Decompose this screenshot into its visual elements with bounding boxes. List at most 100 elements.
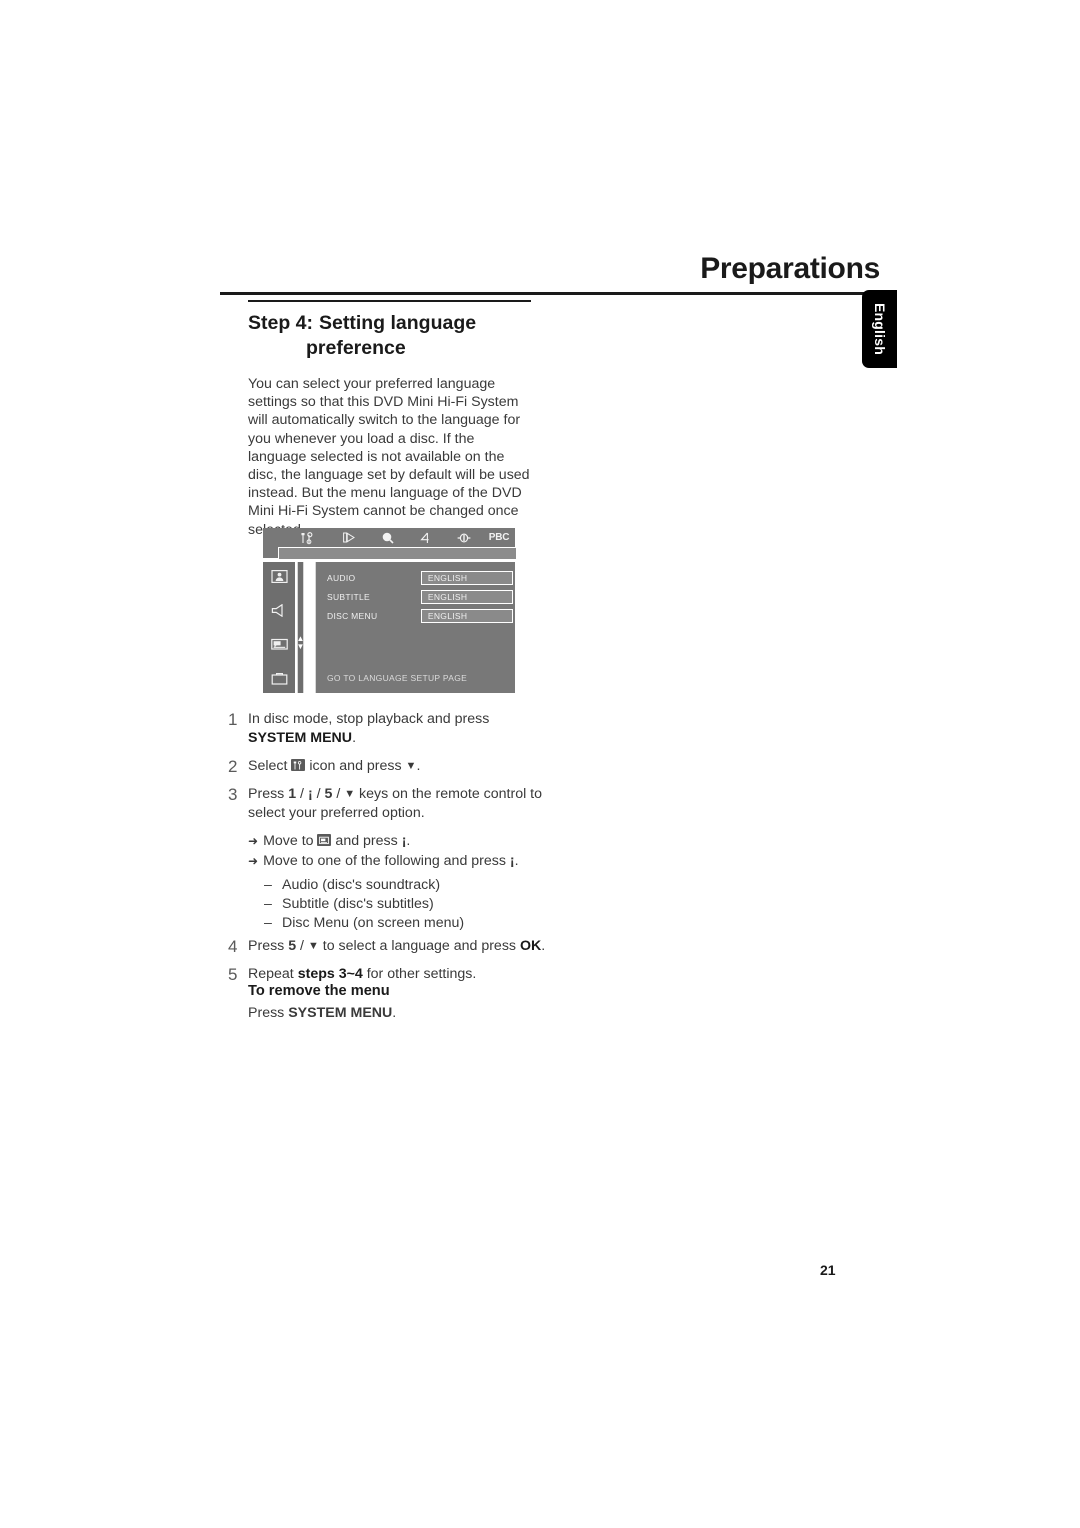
step-text: Press 5 / ▼ to select a language and pre… (248, 937, 548, 956)
step-text-post: . (541, 938, 546, 954)
osd-toolbar: PBC (263, 528, 516, 559)
down-arrow-glyph: ▼ (405, 760, 417, 772)
osd-body: ▲ ▼ ▷ AUDIO ENGLISH SUBTITLE ENGLISH DISC… (263, 562, 515, 693)
key-separator: / (312, 786, 325, 802)
step-text-bold: SYSTEM MENU (248, 730, 353, 746)
down-arrow-key-glyph: ▼ (307, 940, 319, 952)
step-text-mid: to select a language and press (318, 938, 520, 954)
remove-menu-pre: Press (248, 1005, 289, 1021)
general-setup-icon[interactable] (285, 531, 329, 545)
dash-marker: – (264, 896, 272, 912)
remove-menu-heading: To remove the menu (248, 983, 390, 999)
video-setup-icon[interactable] (329, 532, 369, 544)
preference-page-icon[interactable] (271, 672, 288, 685)
language-setup-page-icon[interactable] (271, 638, 288, 651)
section-intro-paragraph: You can select your preferred language s… (248, 376, 530, 538)
language-tab-label: English (871, 303, 888, 355)
osd-row-audio[interactable]: AUDIO ENGLISH (327, 569, 513, 586)
osd-row-label: SUBTITLE (327, 591, 371, 602)
osd-right-caret-icon: ▷ (307, 638, 314, 648)
step-number: 3 (228, 785, 238, 804)
step-item-5: 5 Repeat steps 3~4 for other settings. (228, 965, 548, 984)
osd-settings-rows: AUDIO ENGLISH SUBTITLE ENGLISH DISC MENU… (327, 569, 513, 626)
step-text-post: for other settings. (362, 966, 477, 982)
osd-row-value[interactable]: ENGLISH (420, 570, 513, 585)
right-arrow-icon: ➜ (248, 834, 259, 848)
step-number: 2 (228, 757, 238, 776)
section-divider (248, 300, 531, 302)
option-label: Subtitle (disc's subtitles) (282, 896, 434, 912)
step-text-pre: In disc mode, stop playback and press (248, 711, 490, 727)
sound-icon[interactable] (445, 533, 483, 544)
step-text: Select icon and press ▼. (248, 757, 548, 776)
step-3-sub-items: ➜ Move to and press ¡. ➜ Move to one of th… (248, 832, 548, 933)
step-text: Press 1 / ¡ / 5 / ▼ keys on the remote c… (248, 785, 548, 823)
osd-sidebar-divider (297, 562, 304, 693)
step-text-pre: Select (248, 758, 292, 774)
remove-menu-post: . (392, 1005, 397, 1021)
audio-setup-icon[interactable] (407, 532, 445, 544)
audio-setup-page-icon[interactable] (271, 603, 288, 618)
step-item-2: 2 Select icon and press ▼. (228, 757, 548, 776)
right-arrow-icon: ➜ (248, 854, 259, 868)
osd-language-panel: AUDIO ENGLISH SUBTITLE ENGLISH DISC MENU… (315, 562, 515, 693)
section-heading: Step 4: Setting language preference (248, 311, 540, 361)
page-number: 21 (820, 1262, 836, 1278)
page-title: Preparations (700, 252, 880, 285)
pbc-label[interactable]: PBC (483, 533, 515, 543)
section-title-line2: preference (306, 337, 406, 359)
osd-toolbar-underline (278, 547, 516, 559)
osd-row-label: DISC MENU (327, 610, 378, 621)
general-setup-page-icon[interactable] (271, 570, 288, 584)
osd-screenshot: PBC ▲ ▼ ▷ AUDIO ENGLISH SUBTITLE ENGLISH… (263, 528, 516, 693)
osd-row-subtitle[interactable]: SUBTITLE ENGLISH (327, 588, 513, 605)
step-number: 4 (228, 937, 238, 956)
sub-arrow-item-2: ➜ Move to one of the following and press … (248, 852, 548, 871)
up-arrow-key-glyph: 5 (288, 938, 297, 954)
step-text-mid: icon and press (305, 758, 406, 774)
osd-row-value[interactable]: ENGLISH (420, 608, 513, 623)
osd-row-disc-menu[interactable]: DISC MENU ENGLISH (327, 607, 513, 624)
step-text-post: . (352, 730, 357, 746)
sub-arrow-pre: Move to (263, 833, 318, 849)
key-separator: / (332, 786, 345, 802)
sub-arrow-pre: Move to one of the following and press (263, 853, 510, 869)
step-text: Repeat steps 3~4 for other settings. (248, 965, 548, 984)
step-item-1: 1 In disc mode, stop playback and press … (228, 710, 548, 748)
step-item-4: 4 Press 5 / ▼ to select a language and p… (228, 937, 548, 956)
option-item-disc-menu: – Disc Menu (on screen menu) (264, 914, 548, 933)
dash-marker: – (264, 915, 272, 931)
sub-arrow-post: . (406, 833, 411, 849)
osd-toolbar-icons: PBC (285, 529, 515, 547)
osd-sidebar (263, 562, 295, 693)
option-item-audio: – Audio (disc's soundtrack) (264, 876, 548, 895)
key-separator: / (296, 786, 308, 802)
content-column: Step 4: Setting language preference You c… (248, 300, 540, 539)
step-text-pre: Repeat (248, 966, 298, 982)
zoom-icon[interactable] (369, 532, 407, 544)
step-text-pre: Press (248, 786, 289, 802)
remove-menu-text: Press SYSTEM MENU. (248, 1005, 568, 1021)
key-separator: / (296, 938, 308, 954)
step-text: In disc mode, stop playback and press SY… (248, 710, 548, 748)
option-item-subtitle: – Subtitle (disc's subtitles) (264, 895, 548, 914)
step-text-post: . (416, 758, 421, 774)
down-arrow-key-glyph: ▼ (344, 788, 356, 800)
step-number: 1 (228, 710, 238, 729)
step-text-bold: steps 3~4 (297, 966, 363, 982)
remove-menu-block: To remove the menu Press SYSTEM MENU. (248, 983, 568, 1021)
steps-list: 1 In disc mode, stop playback and press … (228, 710, 548, 993)
option-label: Audio (disc's soundtrack) (282, 877, 441, 893)
up-arrow-key-glyph: 1 (288, 786, 297, 802)
section-step-label: Step 4: (248, 312, 314, 334)
sub-arrow-mid: and press (331, 833, 402, 849)
step-text-pre: Press (248, 938, 289, 954)
sub-arrow-post: . (514, 853, 519, 869)
option-label: Disc Menu (on screen menu) (282, 915, 465, 931)
osd-footer-hint: GO TO LANGUAGE SETUP PAGE (327, 673, 468, 683)
language-setup-page-icon (317, 834, 332, 846)
header-divider (220, 292, 878, 295)
osd-row-value[interactable]: ENGLISH (420, 589, 513, 604)
remove-menu-bold: SYSTEM MENU (288, 1005, 393, 1021)
sub-arrow-item-1: ➜ Move to and press ¡. (248, 832, 548, 851)
